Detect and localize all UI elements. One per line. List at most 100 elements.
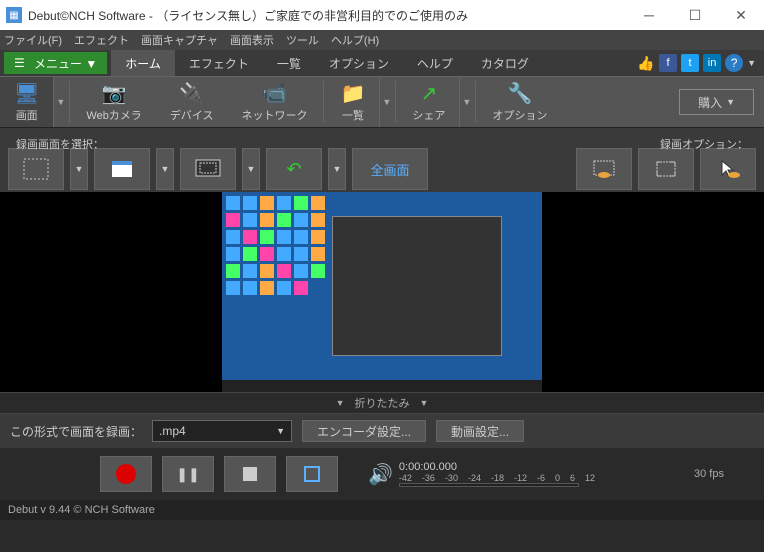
format-label: この形式で画面を録画：	[10, 423, 142, 440]
tool-share-dropdown[interactable]: ▼	[459, 77, 473, 127]
speaker-icon[interactable]: 🔊	[368, 462, 393, 487]
preview-thumbnail	[222, 192, 542, 392]
title-bar: ▦ Debut©NCH Software - （ライセンス無し）ご家庭での非営利…	[0, 0, 764, 30]
minimize-button[interactable]: ─	[626, 0, 672, 30]
close-button[interactable]: ✕	[718, 0, 764, 30]
tab-home[interactable]: ホーム	[111, 50, 175, 76]
refresh-icon: ↶	[286, 159, 301, 180]
triangle-down-icon: ▼	[336, 398, 345, 408]
like-icon[interactable]: 👍	[637, 54, 655, 72]
snapshot-icon	[304, 466, 320, 482]
tool-network[interactable]: 📹 ネットワーク	[227, 77, 321, 127]
format-dropdown[interactable]: .mp4 ▼	[152, 420, 292, 442]
show-region-button[interactable]	[638, 148, 694, 190]
main-menu-label: メニュー ▼	[34, 55, 97, 72]
video-settings-button[interactable]: 動画設定...	[436, 420, 524, 442]
tool-webcam[interactable]: 📷 Webカメラ	[72, 77, 155, 127]
snapshot-button[interactable]	[286, 456, 338, 492]
menu-effects[interactable]: エフェクト	[74, 32, 129, 48]
tab-options[interactable]: オプション	[315, 50, 403, 76]
maximize-button[interactable]: ☐	[672, 0, 718, 30]
meter-ticks: -42-36-30-24-18-12-60612	[399, 473, 595, 483]
tool-screen[interactable]: 🖥 画面	[0, 77, 53, 127]
fps-display: 30 fps	[694, 468, 754, 480]
menu-tools[interactable]: ツール	[286, 32, 319, 48]
monitor-select-dropdown[interactable]: ▼	[242, 148, 260, 190]
device-icon: 🔌	[179, 81, 204, 105]
refresh-button[interactable]: ↶	[266, 148, 322, 190]
region-select-dropdown[interactable]: ▼	[70, 148, 88, 190]
monitor-select-button[interactable]	[180, 148, 236, 190]
tab-catalog[interactable]: カタログ	[467, 50, 543, 76]
encoder-settings-button[interactable]: エンコーダ設定...	[302, 420, 426, 442]
wrench-icon: 🔧	[507, 81, 532, 105]
network-icon: 📹	[262, 81, 287, 105]
menu-screen-capture[interactable]: 画面キャプチャ	[141, 32, 218, 48]
show-cursor-button[interactable]	[700, 148, 756, 190]
linkedin-icon[interactable]: in	[703, 54, 721, 72]
preview-area	[0, 192, 764, 392]
status-bar: Debut v 9.44 © NCH Software	[0, 500, 764, 520]
tool-share-label: シェア	[412, 107, 445, 123]
tool-options[interactable]: 🔧 オプション	[478, 77, 561, 127]
main-menu-button[interactable]: メニュー ▼	[4, 52, 107, 74]
record-button[interactable]	[100, 456, 152, 492]
tool-device-label: デバイス	[170, 107, 214, 123]
region-select-button[interactable]	[8, 148, 64, 190]
collapse-label: 折りたたみ	[355, 395, 410, 411]
window-title: Debut©NCH Software - （ライセンス無し）ご家庭での非営利目的…	[28, 7, 626, 24]
audio-meter: 0:00:00.000 -42-36-30-24-18-12-60612	[399, 461, 595, 487]
screen-icon: 🖥	[14, 81, 39, 105]
twitter-icon[interactable]: t	[681, 54, 699, 72]
menu-help[interactable]: ヘルプ(H)	[331, 32, 379, 48]
chevron-down-icon: ▼	[276, 426, 285, 436]
stop-button[interactable]	[224, 456, 276, 492]
collapse-bar[interactable]: ▼ 折りたたみ ▼	[0, 392, 764, 414]
toolbar-dropdown-icon[interactable]: ▼	[747, 58, 756, 68]
tool-network-label: ネットワーク	[241, 107, 307, 123]
time-display: 0:00:00.000	[399, 461, 595, 473]
record-icon	[116, 464, 136, 484]
window-select-button[interactable]	[94, 148, 150, 190]
menu-screen-display[interactable]: 画面表示	[230, 32, 274, 48]
help-icon[interactable]: ?	[725, 54, 743, 72]
buy-label: 購入	[698, 94, 722, 111]
settings-row: この形式で画面を録画： .mp4 ▼ エンコーダ設定... 動画設定...	[0, 414, 764, 448]
tool-screen-dropdown[interactable]: ▼	[53, 77, 67, 127]
select-screen-label: 録画画面を選択：	[16, 136, 104, 152]
record-options-label: 録画オプション：	[660, 136, 748, 152]
tool-device[interactable]: 🔌 デバイス	[156, 77, 228, 127]
status-text: Debut v 9.44 © NCH Software	[8, 504, 155, 516]
options-row: 録画画面を選択： ▼ ▼ ▼ ↶ ▼ 全画面 録画オプション：	[0, 128, 764, 192]
hamburger-icon	[14, 56, 28, 70]
fullscreen-button[interactable]: 全画面	[352, 148, 428, 190]
show-selection-button[interactable]	[576, 148, 632, 190]
main-toolbar: 🖥 画面 ▼ 📷 Webカメラ 🔌 デバイス 📹 ネットワーク 📁 一覧 ▼ ↗…	[0, 76, 764, 128]
tab-effects[interactable]: エフェクト	[175, 50, 263, 76]
webcam-icon: 📷	[102, 81, 127, 105]
tool-list[interactable]: 📁 一覧	[326, 77, 379, 127]
tool-list-dropdown[interactable]: ▼	[379, 77, 393, 127]
stop-icon	[243, 467, 257, 481]
tab-list[interactable]: 一覧	[263, 50, 315, 76]
app-icon: ▦	[6, 7, 22, 23]
menu-file[interactable]: ファイル(F)	[4, 32, 62, 48]
pause-icon	[176, 466, 199, 483]
tab-help[interactable]: ヘルプ	[403, 50, 467, 76]
tool-webcam-label: Webカメラ	[86, 107, 141, 123]
chevron-down-icon: ▼	[726, 97, 735, 107]
format-value: .mp4	[159, 424, 186, 438]
tool-options-label: オプション	[492, 107, 547, 123]
refresh-dropdown[interactable]: ▼	[328, 148, 346, 190]
tool-share[interactable]: ↗ シェア	[398, 77, 459, 127]
facebook-icon[interactable]: f	[659, 54, 677, 72]
controls-row: 🔊 0:00:00.000 -42-36-30-24-18-12-60612 3…	[0, 448, 764, 500]
tool-list-label: 一覧	[342, 107, 364, 123]
tool-screen-label: 画面	[16, 107, 38, 123]
triangle-down-icon: ▼	[420, 398, 429, 408]
window-select-dropdown[interactable]: ▼	[156, 148, 174, 190]
folder-icon: 📁	[340, 81, 365, 105]
pause-button[interactable]	[162, 456, 214, 492]
menu-bar: ファイル(F) エフェクト 画面キャプチャ 画面表示 ツール ヘルプ(H)	[0, 30, 764, 50]
buy-button[interactable]: 購入 ▼	[679, 89, 754, 115]
